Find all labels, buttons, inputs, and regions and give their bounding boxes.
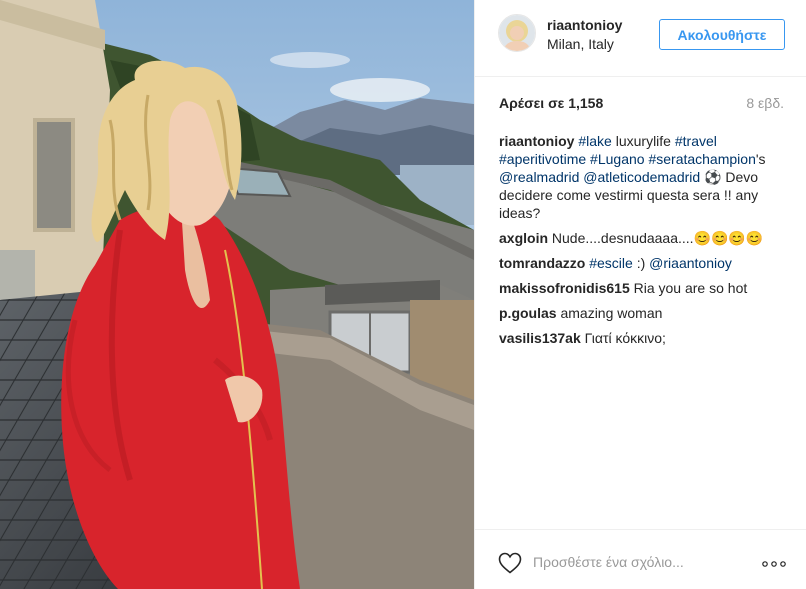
post-sidebar: riaantonioy Milan, Italy Ακολουθήστε Αρέ…: [474, 0, 806, 589]
comment-text: Nude....desnudaaaa....😊😊😊😊: [551, 230, 764, 246]
comment-text: :): [632, 255, 650, 271]
comment-username[interactable]: makissofronidis615: [499, 280, 630, 296]
hashtag-link[interactable]: #Lugano: [590, 151, 645, 167]
comment-username[interactable]: tomrandazzo: [499, 255, 585, 271]
comment-item: tomrandazzo #escile :) @riaantonioy: [499, 254, 789, 272]
likes-count[interactable]: Αρέσει σε 1,158: [499, 95, 603, 111]
hashtag-link[interactable]: #lake: [578, 133, 611, 149]
comment-username[interactable]: p.goulas: [499, 305, 557, 321]
comment-text: Γιατί κόκκινο;: [584, 330, 666, 346]
avatar[interactable]: [498, 14, 536, 52]
caption: riaantonioy #lake luxurylife #travel #ap…: [499, 132, 789, 222]
hashtag-link[interactable]: #escile: [589, 255, 633, 271]
comment-item: p.goulas amazing woman: [499, 304, 789, 322]
hashtag-link[interactable]: @riaantonioy: [649, 255, 732, 271]
comment-text: amazing woman: [560, 305, 663, 321]
comments-list: riaantonioy #lake luxurylife #travel #ap…: [499, 132, 789, 354]
hashtag-link[interactable]: @realmadrid: [499, 169, 579, 185]
heart-outline-icon[interactable]: [498, 552, 522, 574]
hashtag-link[interactable]: #aperitivotime: [499, 151, 586, 167]
comment-item: axgloin Nude....desnudaaaa....😊😊😊😊: [499, 229, 789, 247]
post-photo[interactable]: [0, 0, 474, 589]
hashtag-link[interactable]: @atleticodemadrid: [583, 169, 700, 185]
follow-button[interactable]: Ακολουθήστε: [659, 19, 785, 50]
location[interactable]: Milan, Italy: [547, 36, 614, 52]
post-age[interactable]: 8 εβδ.: [746, 95, 784, 111]
post-header: riaantonioy Milan, Italy Ακολουθήστε: [475, 0, 806, 77]
post-footer: Προσθέστε ένα σχόλιο...: [475, 529, 806, 589]
hashtag-link[interactable]: #travel: [675, 133, 717, 149]
caption-text: luxurylife: [611, 133, 675, 149]
add-comment-input[interactable]: Προσθέστε ένα σχόλιο...: [533, 554, 684, 570]
comment-item: vasilis137ak Γιατί κόκκινο;: [499, 329, 789, 347]
hashtag-link[interactable]: #seratachampion: [648, 151, 755, 167]
username[interactable]: riaantonioy: [547, 17, 622, 33]
comment-username[interactable]: axgloin: [499, 230, 548, 246]
more-options-icon[interactable]: [762, 561, 786, 567]
comment-username[interactable]: vasilis137ak: [499, 330, 581, 346]
caption-username[interactable]: riaantonioy: [499, 133, 574, 149]
caption-text: 's: [755, 151, 766, 167]
comment-text: Ria you are so hot: [633, 280, 748, 296]
comment-item: makissofronidis615 Ria you are so hot: [499, 279, 789, 297]
